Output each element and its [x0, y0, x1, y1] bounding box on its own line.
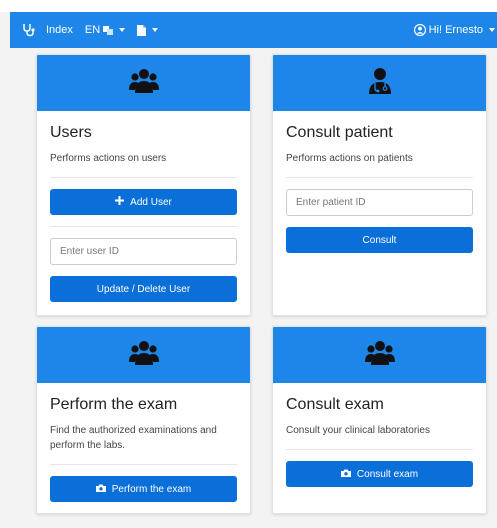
- perform-exam-button[interactable]: Perform the exam: [50, 476, 237, 502]
- perform-card-description: Find the authorized examinations and per…: [50, 425, 217, 451]
- users-group-icon: [128, 68, 159, 99]
- users-group-icon: [364, 340, 395, 371]
- divider: [50, 464, 237, 465]
- chevron-down-icon: [489, 28, 495, 32]
- divider: [50, 226, 237, 227]
- perform-exam-label: Perform the exam: [111, 483, 192, 495]
- user-greeting: Hi! Ernesto: [428, 24, 483, 36]
- exam-card-body: Consult exam Consult your clinical labor…: [273, 383, 486, 487]
- dashboard: Users Performs actions on users Add User…: [10, 48, 497, 528]
- update-delete-user-button[interactable]: Update / Delete User: [50, 276, 237, 302]
- user-circle-icon: [413, 23, 426, 37]
- patient-id-input[interactable]: [286, 189, 473, 216]
- users-card: Users Performs actions on users Add User…: [36, 54, 251, 316]
- perform-card-body: Perform the exam Find the authorized exa…: [37, 383, 250, 502]
- users-card-description: Performs actions on users: [50, 153, 167, 164]
- users-card-body: Users Performs actions on users Add User…: [37, 111, 250, 302]
- perform-exam-card: Perform the exam Find the authorized exa…: [36, 326, 251, 514]
- exam-card-description: Consult your clinical laboratories: [286, 425, 430, 436]
- divider: [50, 177, 237, 178]
- camera-icon: [340, 469, 351, 480]
- users-group-icon: [128, 340, 159, 371]
- consult-patient-button[interactable]: Consult: [286, 227, 473, 253]
- navbar: Index EN Hi! Ernesto: [10, 12, 497, 48]
- document-dropdown[interactable]: [133, 24, 162, 36]
- users-card-header: [37, 55, 250, 111]
- user-id-input[interactable]: [50, 238, 237, 265]
- navbar-left: Index EN: [10, 21, 162, 39]
- patient-card-header: [273, 55, 486, 111]
- chevron-down-icon: [152, 28, 159, 33]
- consult-patient-card: Consult patient Performs actions on pati…: [272, 54, 487, 316]
- stethoscope-icon[interactable]: [20, 21, 38, 39]
- add-user-button[interactable]: Add User: [50, 189, 237, 215]
- translate-icon: [103, 24, 116, 36]
- exam-card-title: Consult exam: [286, 396, 384, 413]
- patient-card-description: Performs actions on patients: [286, 153, 413, 164]
- document-icon: [137, 24, 149, 36]
- patient-card-body: Consult patient Performs actions on pati…: [273, 111, 486, 253]
- consult-exam-label: Consult exam: [356, 468, 419, 480]
- user-menu[interactable]: Hi! Ernesto: [413, 23, 497, 37]
- exam-card-header: [273, 327, 486, 383]
- users-card-title: Users: [50, 124, 92, 141]
- consult-exam-button[interactable]: Consult exam: [286, 461, 473, 487]
- perform-card-title: Perform the exam: [50, 396, 178, 413]
- chevron-down-icon: [119, 28, 126, 33]
- doctor-icon: [367, 67, 393, 100]
- plus-icon: [115, 196, 125, 208]
- divider: [286, 177, 473, 178]
- language-dropdown[interactable]: EN: [81, 24, 129, 36]
- divider: [286, 449, 473, 450]
- add-user-label: Add User: [130, 196, 172, 208]
- perform-card-header: [37, 327, 250, 383]
- window-top-margin: [0, 0, 497, 12]
- nav-index-link[interactable]: Index: [42, 24, 77, 36]
- camera-icon: [95, 484, 106, 495]
- consult-exam-card: Consult exam Consult your clinical labor…: [272, 326, 487, 514]
- patient-card-title: Consult patient: [286, 124, 393, 141]
- language-label: EN: [84, 24, 101, 36]
